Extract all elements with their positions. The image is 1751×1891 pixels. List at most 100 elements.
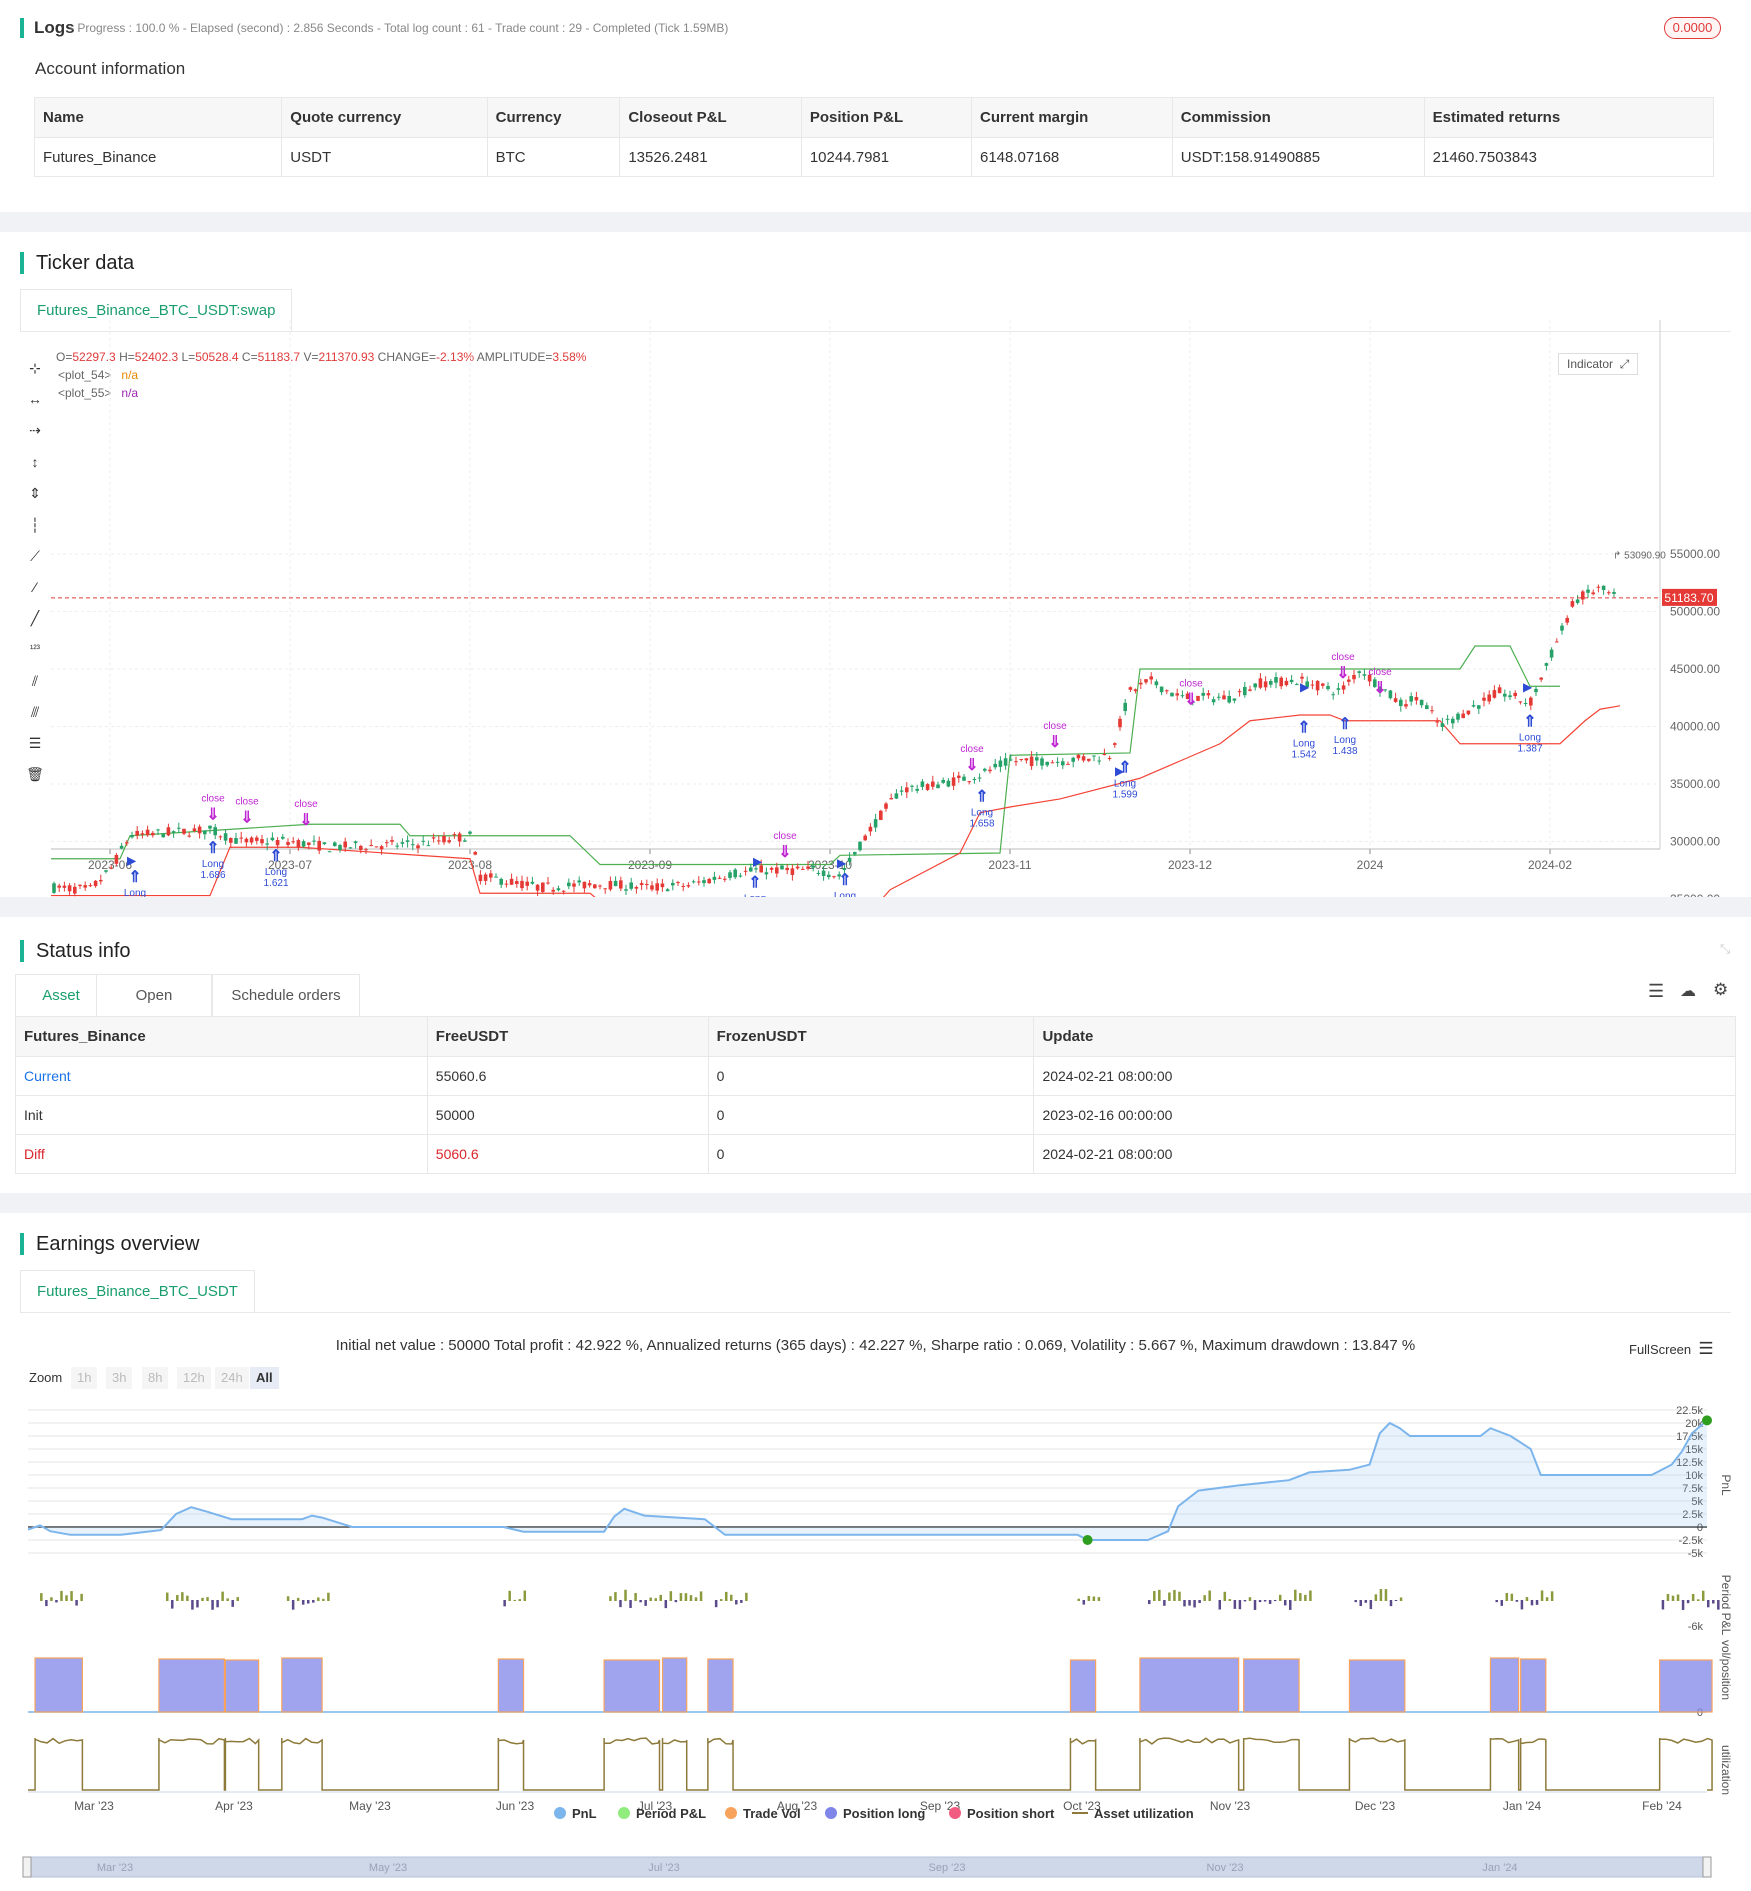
candle-body xyxy=(1315,680,1320,691)
account-cell-0: Futures_Binance xyxy=(33,137,283,177)
tab-schedule-orders[interactable]: Schedule orders xyxy=(212,974,360,1016)
period-pnl-bar xyxy=(1238,1600,1242,1610)
candle-body xyxy=(364,849,368,851)
pnl-area xyxy=(28,1420,1707,1540)
position-long-block xyxy=(497,1658,525,1713)
candle-body xyxy=(665,889,670,892)
candle-body xyxy=(125,842,129,844)
period-pnl-bar xyxy=(694,1597,698,1601)
period-pnl-bar xyxy=(1369,1600,1373,1610)
candle-body xyxy=(104,870,108,872)
candle-body xyxy=(130,835,134,838)
candle-body xyxy=(333,842,337,846)
month-tick-label: Feb '24 xyxy=(1642,1799,1682,1813)
candle-body xyxy=(868,826,873,832)
candle-body xyxy=(723,878,727,880)
trade-label: Long xyxy=(1114,779,1136,790)
candle-body xyxy=(743,870,748,872)
candle-body xyxy=(587,883,592,886)
candle-body xyxy=(645,883,649,885)
position-long-block xyxy=(1069,1659,1097,1713)
navigator-right-handle[interactable] xyxy=(1702,1856,1712,1878)
candle-body xyxy=(1477,705,1481,709)
tab-asset[interactable]: Asset xyxy=(15,974,107,1016)
period-pnl-bar xyxy=(1218,1600,1222,1610)
legend-item-3[interactable]: Position long xyxy=(825,1806,925,1821)
legend-marker xyxy=(1072,1812,1088,1814)
navigator-track[interactable] xyxy=(27,1856,1709,1878)
period-pnl-bar xyxy=(649,1597,652,1601)
candle-body xyxy=(1404,704,1408,707)
period-pnl-bar xyxy=(1082,1600,1086,1605)
period-pnl-bar xyxy=(745,1592,748,1601)
zoom-button-All[interactable]: All xyxy=(250,1367,279,1389)
candle-body xyxy=(1482,697,1486,701)
candle-body xyxy=(52,883,56,893)
legend-item-2[interactable]: Trade Vol xyxy=(725,1806,801,1821)
candle-body xyxy=(598,885,602,887)
sell-arrow-icon: ⇓ xyxy=(965,757,978,774)
trade-amount: 1.542 xyxy=(1291,749,1316,760)
period-pnl-bar xyxy=(740,1600,743,1603)
close-label: close xyxy=(1368,667,1392,678)
period-pnl-bar xyxy=(1550,1591,1554,1601)
candle-body xyxy=(291,841,295,843)
period-pnl-bar xyxy=(1092,1596,1096,1601)
asset-free-usdt: 5060.6 xyxy=(426,1134,709,1174)
zoom-button-8h[interactable]: 8h xyxy=(142,1367,169,1389)
candle-body xyxy=(156,829,160,831)
zoom-button-24h[interactable]: 24h xyxy=(215,1367,249,1389)
candle-body xyxy=(1024,758,1029,761)
cloud-icon[interactable]: ☁ xyxy=(1680,981,1696,1001)
legend-item-4[interactable]: Position short xyxy=(949,1806,1054,1821)
sell-arrow-icon: ⇓ xyxy=(778,844,791,861)
candle-body xyxy=(1035,757,1039,761)
candle-body xyxy=(806,866,810,869)
candle-body xyxy=(567,882,571,887)
period-pnl-bar xyxy=(1505,1593,1509,1601)
fullscreen-button[interactable]: FullScreen ☰ xyxy=(1629,1339,1714,1359)
candle-body xyxy=(166,827,171,836)
candlestick-chart[interactable]: 55000.00 50000.00 45000.00 40000.00 35000.00… xyxy=(0,232,1751,897)
candle-body xyxy=(717,877,722,879)
legend-item-0[interactable]: PnL xyxy=(554,1806,597,1821)
legend-item-1[interactable]: Period P&L xyxy=(618,1806,706,1821)
tab-earnings-symbol[interactable]: Futures_Binance_BTC_USDT xyxy=(20,1270,255,1312)
period-pnl-bar xyxy=(196,1600,199,1608)
zoom-button-1h[interactable]: 1h xyxy=(71,1367,98,1389)
legend-item-5[interactable]: Asset utilization xyxy=(1072,1806,1194,1821)
candle-body xyxy=(613,880,618,887)
tab-open-orders[interactable]: Open orders xyxy=(96,974,212,1046)
x-tick-label: 2024 xyxy=(1357,858,1384,872)
collapse-icon[interactable]: ⤡ xyxy=(1720,941,1730,957)
period-pnl-bar xyxy=(1283,1600,1287,1606)
month-tick-label: Mar '23 xyxy=(74,1799,114,1813)
period-pnl-bar xyxy=(669,1591,673,1601)
zoom-button-3h[interactable]: 3h xyxy=(106,1367,133,1389)
table-row: Init 50000 0 2023-02-16 00:00:00 xyxy=(15,1095,1736,1135)
period-pnl-bar xyxy=(503,1600,506,1607)
candle-body xyxy=(213,827,217,836)
period-pnl-bar xyxy=(624,1589,627,1601)
candle-body xyxy=(1591,592,1595,595)
buy-arrow-icon: ⇑ xyxy=(269,848,282,865)
period-pnl-bar xyxy=(1691,1593,1695,1601)
period-pnl-bar xyxy=(1712,1600,1715,1604)
y-tick-label: 45000.00 xyxy=(1670,662,1720,676)
candle-body xyxy=(785,867,789,871)
list-icon[interactable]: ☰ xyxy=(1648,981,1664,1002)
zoom-button-12h[interactable]: 12h xyxy=(177,1367,211,1389)
candle-body xyxy=(899,790,904,792)
menu-icon[interactable]: ☰ xyxy=(1698,1339,1713,1358)
asset-header-3: Update xyxy=(1033,1016,1736,1057)
range-navigator[interactable]: Mar '23 May '23 Jul '23 Sep '23 Nov '23 Jan '… xyxy=(0,1851,1751,1891)
period-pnl-bar xyxy=(1374,1594,1378,1601)
gear-icon[interactable]: ⚙ xyxy=(1713,980,1728,1000)
earnings-chart[interactable]: 22.5k20k17.5k15k12.5k10k7.5k5k2.5k0-2.5k… xyxy=(0,1400,1751,1820)
candle-body xyxy=(161,833,165,838)
entry-flag-icon: ▶ xyxy=(1523,680,1533,694)
close-label: close xyxy=(773,831,797,842)
navigator-left-handle[interactable] xyxy=(22,1856,32,1878)
candle-body xyxy=(535,884,540,891)
candle-body xyxy=(998,760,1003,767)
